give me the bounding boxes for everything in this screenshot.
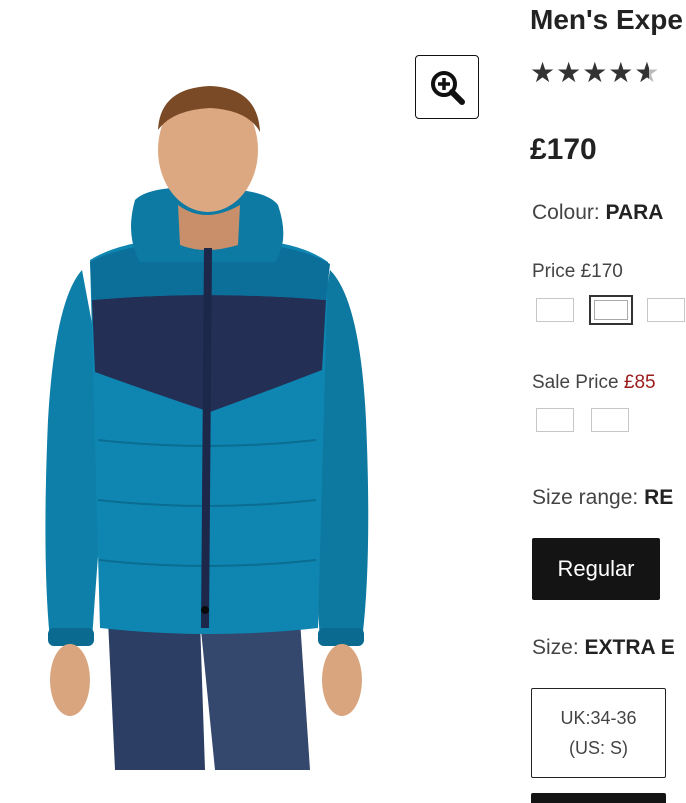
full-stars-icon: ★★★★ [530,57,635,88]
size-option-s[interactable]: UK:34-36 (US: S) [531,688,666,778]
zoom-in-icon [431,71,465,105]
colour-swatch-2-selected[interactable] [589,295,633,325]
size-range-value: RE [644,486,674,509]
sale-colour-swatch-2[interactable] [591,408,629,432]
size-selection: Size: EXTRA E [532,636,675,660]
colour-value: PARA [605,201,664,224]
size-range-selection: Size range: RE [532,486,673,510]
model-wearing-jacket-illustration [45,86,369,770]
size-option-uk: UK:34-36 [560,708,637,728]
colour-selection: Colour: PARA [532,201,663,225]
zoom-button[interactable] [415,55,479,119]
colour-swatch-1[interactable] [536,298,574,322]
sale-price-value: £85 [623,372,656,393]
product-price: £170 [530,133,597,166]
size-range-label: Size range: [532,486,645,509]
size-label: Size: [532,636,585,659]
rating-stars[interactable]: ★★★★ ★ ★ [530,56,661,89]
product-title: Men's Expe [530,4,683,35]
sale-colour-swatch-1[interactable] [536,408,574,432]
size-value: EXTRA E [584,636,675,659]
price-group-label: Price £170 [532,261,623,282]
size-option-us: (US: S) [568,738,628,758]
size-range-regular-button[interactable]: Regular [532,538,660,600]
sale-price-label: Sale Price £85 [532,372,656,393]
half-star-icon: ★ ★ [634,57,661,88]
colour-swatch-3[interactable] [647,298,685,322]
next-size-option-edge[interactable] [531,793,666,803]
product-image[interactable] [0,0,420,800]
colour-label: Colour: [532,201,606,224]
